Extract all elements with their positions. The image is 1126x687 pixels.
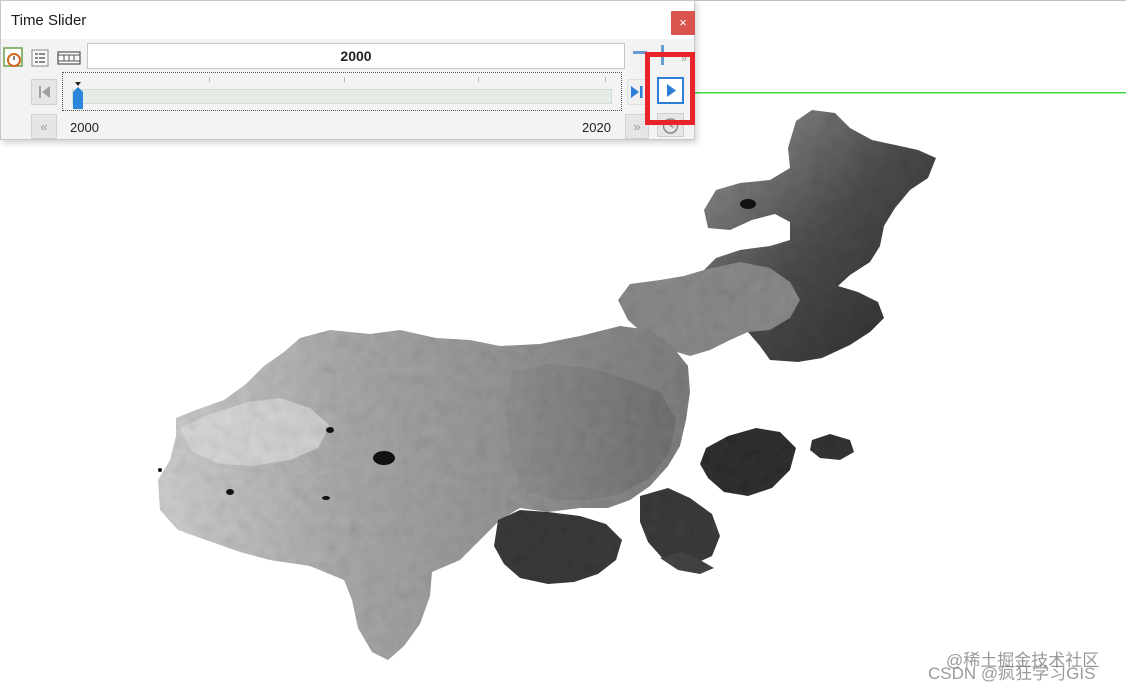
current-time-display: 2000: [87, 43, 625, 69]
raster-east-islands-3: [810, 434, 854, 460]
double-chevron-right-icon: »: [633, 119, 641, 134]
layer-properties-icon[interactable]: [29, 47, 51, 69]
time-slider-options-icon[interactable]: [3, 47, 25, 69]
map-view[interactable]: Time Slider × 2000 » « 2000 2020 » @稀土掘金…: [0, 0, 1126, 687]
go-to-start-button[interactable]: [31, 79, 57, 105]
slider-tick: [209, 77, 210, 82]
window-title: Time Slider: [11, 12, 87, 29]
range-end-label: 2020: [582, 120, 611, 135]
slider-tick: [605, 77, 606, 82]
range-start-label: 2000: [70, 120, 99, 135]
water-body: [322, 496, 330, 500]
step-back-button[interactable]: «: [31, 114, 57, 139]
watermark-line-2: CSDN @疯狂学习GIS: [928, 664, 1096, 683]
current-time-value: 2000: [340, 48, 372, 64]
water-body: [226, 489, 234, 495]
raster-east-islands-1: [700, 428, 796, 496]
time-slider-track[interactable]: [72, 89, 612, 104]
annotation-highlight-box: [645, 52, 695, 125]
time-slider-thumb[interactable]: [71, 82, 85, 109]
skip-to-start-icon: [39, 86, 50, 98]
film-export-icon[interactable]: [56, 47, 82, 69]
go-to-end-button[interactable]: [627, 79, 647, 105]
close-button[interactable]: ×: [671, 11, 695, 35]
water-body: [740, 199, 756, 209]
water-body: [373, 451, 395, 465]
time-slider-window[interactable]: Time Slider × 2000 » « 2000 2020 »: [0, 0, 695, 140]
double-chevron-left-icon: «: [40, 119, 48, 134]
raster-southeast-coast: [494, 510, 622, 584]
raster-layer: [158, 110, 936, 660]
slider-tick: [344, 77, 345, 82]
water-body: [158, 468, 162, 472]
water-body: [326, 427, 334, 433]
slider-tick: [478, 77, 479, 82]
time-slider-titlebar[interactable]: Time Slider ×: [1, 1, 695, 39]
close-icon: ×: [679, 15, 687, 30]
time-slider-track-container[interactable]: [62, 72, 622, 111]
